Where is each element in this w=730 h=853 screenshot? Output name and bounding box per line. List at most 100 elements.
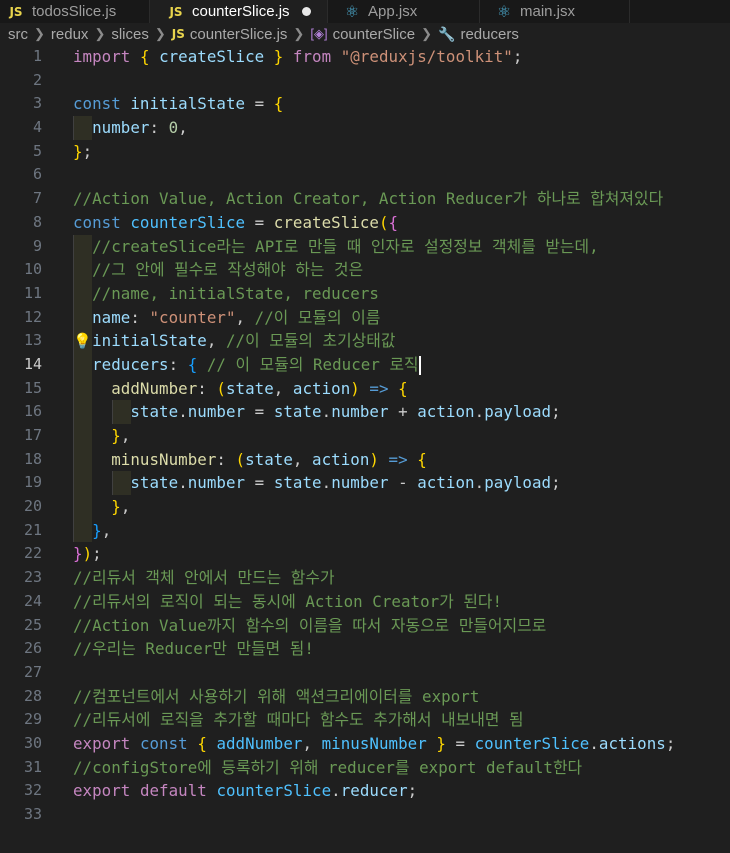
code-line[interactable]: 15 addNumber: (state, action) => { xyxy=(0,376,730,401)
code-line[interactable]: 28 //컴포넌트에서 사용하기 위해 액션크리에이터를 export xyxy=(0,685,730,709)
wrench-icon: 🔧 xyxy=(438,25,456,42)
chevron-right-icon: ❯ xyxy=(34,26,45,41)
code-token: ; xyxy=(407,781,418,801)
code-editor[interactable]: 1 import { createSlice } from "@reduxjs/t… xyxy=(0,45,730,853)
code-token: = xyxy=(245,94,274,114)
line-number: 21 xyxy=(23,520,42,539)
code-token: number xyxy=(331,473,389,493)
lightbulb-icon[interactable]: 💡 xyxy=(73,330,92,354)
line-number: 25 xyxy=(23,615,42,634)
code-token: } xyxy=(273,47,284,66)
code-line[interactable]: 32 export default counterSlice.reducer; xyxy=(0,779,730,803)
code-token: ( xyxy=(378,212,389,232)
code-token: addNumber xyxy=(216,733,303,753)
code-line[interactable]: 18 minusNumber: (state, action) => { xyxy=(0,447,730,472)
code-token: //우리는 Reducer만 만들면 됨! xyxy=(73,639,314,659)
code-line[interactable]: 11 //name, initialState, reducers xyxy=(0,281,730,306)
line-number: 19 xyxy=(23,473,42,492)
code-line[interactable]: 29 //리듀서에 로직을 추가할 때마다 함수도 추가해서 내보내면 됨 xyxy=(0,708,730,732)
code-line[interactable]: 12 name: "counter", //이 모듈의 이름 xyxy=(0,305,730,330)
code-token: //리듀서에 로직을 추가할 때마다 함수도 추가해서 내보내면 됨 xyxy=(73,710,524,730)
code-line[interactable]: 10 //그 안에 필수로 작성해야 하는 것은 xyxy=(0,258,730,282)
code-line[interactable]: 23 //리듀서 객체 안에서 만드는 함수가 xyxy=(0,566,730,590)
code-line[interactable]: 31 //configStore에 등록하기 위해 reducer를 export… xyxy=(0,756,730,780)
code-token: counterSlice xyxy=(130,212,246,232)
code-token: state xyxy=(130,473,179,493)
js-file-icon: JS xyxy=(9,4,23,19)
line-number: 1 xyxy=(32,47,42,65)
code-token: } xyxy=(436,733,446,753)
code-line[interactable]: 16 state.number = state.number + action.… xyxy=(0,400,730,424)
code-line[interactable]: 25 //Action Value까지 함수의 이름을 따서 자동으로 만들어지므… xyxy=(0,614,730,638)
code-token: - xyxy=(388,473,418,493)
code-line[interactable]: 19 state.number = state.number - action.… xyxy=(0,471,730,496)
code-token: payload xyxy=(484,473,552,493)
code-line[interactable]: 13 initialState, //이 모듈의 초기상태값 💡 xyxy=(0,329,730,353)
code-line[interactable]: 21 }, xyxy=(0,518,730,543)
code-text: reducers: { // 이 모듈의 Reducer 로직 xyxy=(73,353,421,377)
breadcrumb: src ❯ redux ❯ slices ❯ JS counterSlice.j… xyxy=(0,23,730,45)
line-number: 2 xyxy=(32,70,42,89)
line-number: 14 xyxy=(23,354,42,373)
line-number: 3 xyxy=(32,94,42,113)
code-line[interactable]: 7 //Action Value, Action Creator, Action … xyxy=(0,187,730,211)
line-number: 32 xyxy=(23,781,42,800)
code-token: } xyxy=(92,520,102,540)
code-line[interactable]: 24 //리듀서의 로직이 되는 동시에 Action Creator가 된다! xyxy=(0,590,730,614)
code-line[interactable]: 6 xyxy=(0,163,730,187)
breadcrumb-item-file[interactable]: counterSlice.js xyxy=(190,26,288,43)
code-line[interactable]: 22}); xyxy=(0,542,730,566)
code-line[interactable]: 26 //우리는 Reducer만 만들면 됨! xyxy=(0,637,730,661)
code-text: const initialState = { xyxy=(73,92,283,116)
code-token: counterSlice xyxy=(216,781,332,801)
code-line[interactable]: 14 reducers: { // 이 모듈의 Reducer 로직 xyxy=(0,352,730,377)
code-token: reducer xyxy=(340,781,408,801)
variable-symbol-icon: [◈] xyxy=(310,26,328,41)
code-line[interactable]: 9 //createSlice라는 API로 만들 때 인자로 설정정보 객체를… xyxy=(0,234,730,259)
code-token: . xyxy=(474,402,485,422)
code-token: createSlice xyxy=(159,47,265,66)
unsaved-changes-icon[interactable] xyxy=(301,7,311,16)
code-line[interactable]: 20 }, xyxy=(0,495,730,519)
code-line[interactable]: 27 xyxy=(0,661,730,685)
code-token: ( xyxy=(235,449,246,469)
breadcrumb-item-property[interactable]: reducers xyxy=(460,26,518,43)
code-text: }, xyxy=(73,495,130,519)
code-token: minusNumber xyxy=(321,733,427,753)
tab-app[interactable]: ⚛ App.jsx xyxy=(328,0,480,23)
code-line[interactable]: 8 const counterSlice = createSlice({ xyxy=(0,211,730,235)
tab-todosslice[interactable]: JS todosSlice.js xyxy=(0,0,150,23)
code-token: minusNumber xyxy=(111,449,217,469)
code-line[interactable]: 30 export const { addNumber, minusNumber … xyxy=(0,732,730,756)
code-token: } xyxy=(111,426,121,445)
breadcrumb-item-symbol[interactable]: counterSlice xyxy=(333,26,416,43)
code-line[interactable]: 5}; xyxy=(0,140,730,164)
breadcrumb-item-redux[interactable]: redux xyxy=(51,26,89,43)
line-number: 8 xyxy=(32,212,42,231)
tab-main[interactable]: ⚛ main.jsx xyxy=(480,0,630,23)
tab-counterslice[interactable]: JS counterSlice.js xyxy=(150,0,328,23)
code-line[interactable]: 17 }, xyxy=(0,424,730,448)
code-line[interactable]: 2 xyxy=(0,69,730,93)
code-token: ; xyxy=(82,141,93,161)
code-token: , xyxy=(292,449,313,469)
line-number: 28 xyxy=(23,686,42,705)
code-line[interactable]: 3 const initialState = { xyxy=(0,92,730,116)
code-token: state xyxy=(245,449,293,469)
breadcrumb-item-src[interactable]: src xyxy=(8,26,28,43)
code-token: //이 모듈의 이름 xyxy=(254,307,381,327)
breadcrumb-item-slices[interactable]: slices xyxy=(111,26,149,43)
code-line[interactable]: 33 xyxy=(0,803,730,827)
code-line[interactable]: 4 number: 0, xyxy=(0,116,730,140)
code-line[interactable]: 1 import { createSlice } from "@reduxjs/t… xyxy=(0,45,730,69)
